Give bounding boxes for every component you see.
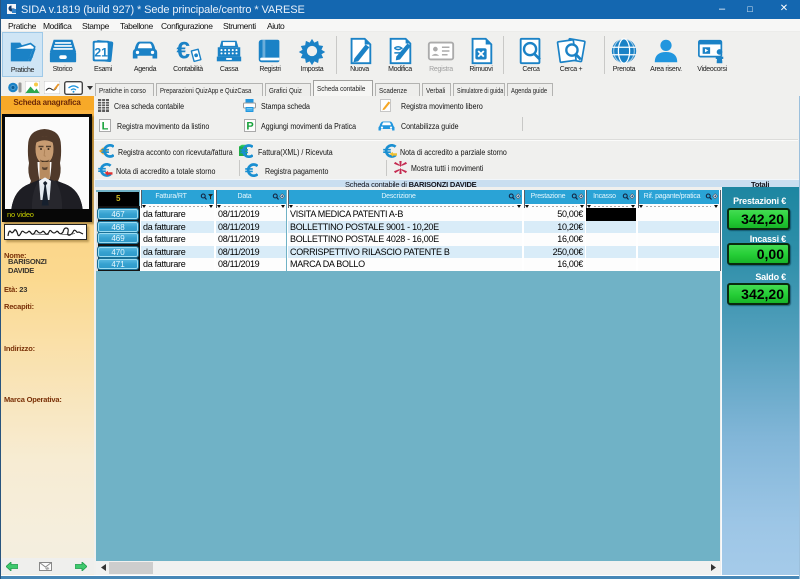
svg-text:P: P [246,121,253,133]
svg-text:€: € [177,38,191,65]
svg-text:21: 21 [94,46,108,60]
svg-text:L: L [102,121,109,133]
